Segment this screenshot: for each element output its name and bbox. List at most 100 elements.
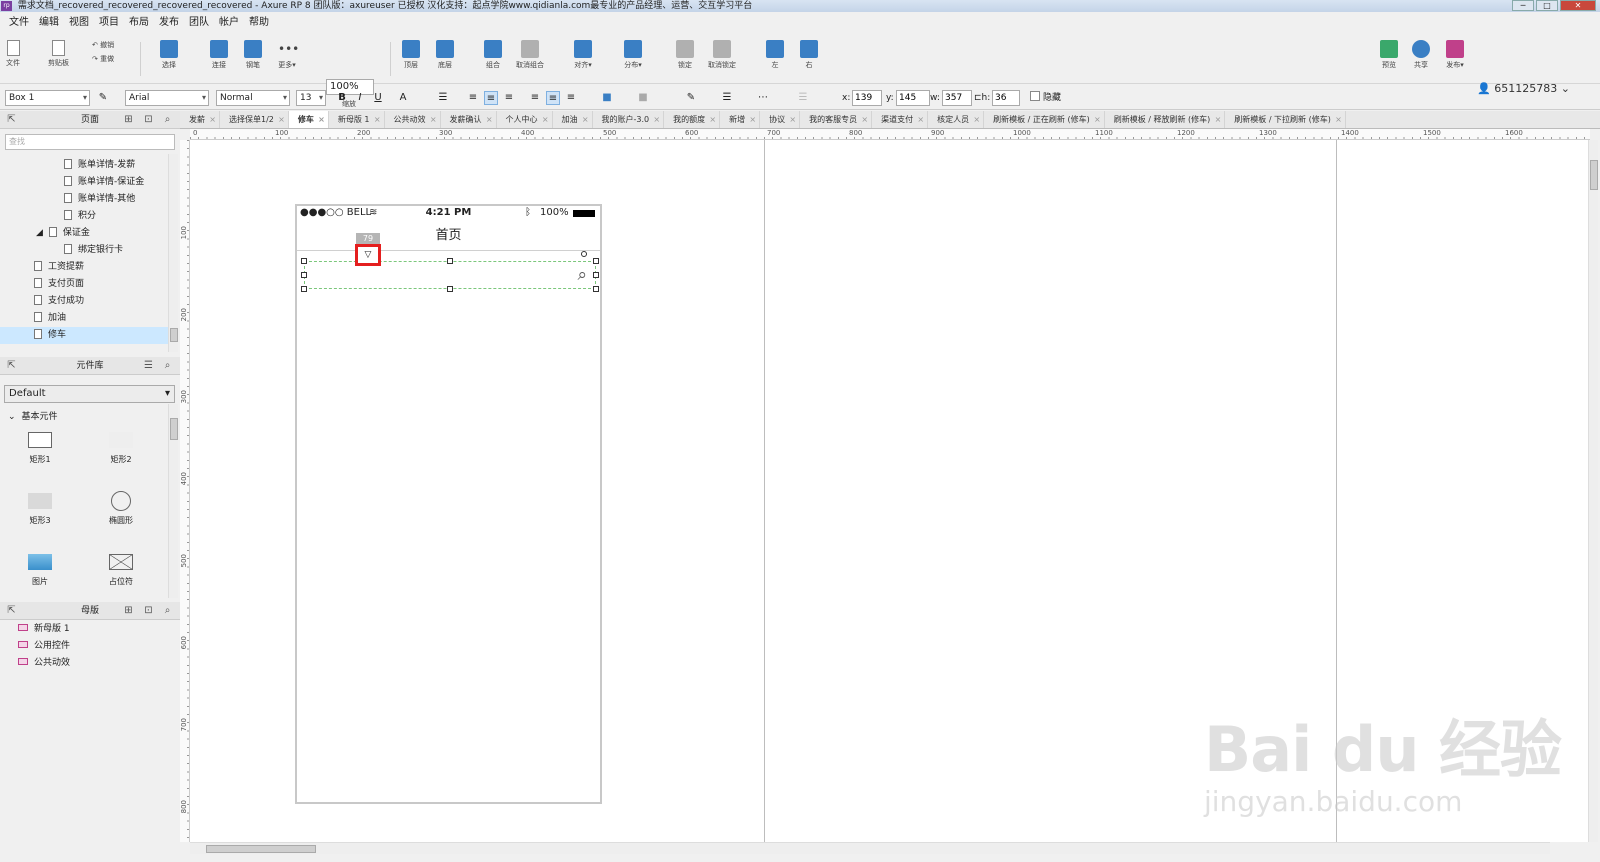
bold-button[interactable]: B <box>335 91 349 105</box>
add-folder-icon[interactable]: ⊡ <box>143 605 154 616</box>
tab[interactable]: 刷新模板 / 下拉刷新 (修车) <box>1225 111 1346 128</box>
minimize-button[interactable]: ─ <box>1512 0 1534 11</box>
tab[interactable]: 选择保单1/2 <box>220 111 289 128</box>
tab[interactable]: 公共动效 <box>385 111 441 128</box>
master-item[interactable]: 新母版 1 <box>18 621 70 638</box>
tab[interactable]: 发薪 <box>180 111 220 128</box>
resize-handle[interactable] <box>593 286 599 292</box>
h-input[interactable] <box>992 90 1020 106</box>
tab[interactable]: 协议 <box>760 111 801 128</box>
font-color-button[interactable]: A <box>396 91 410 105</box>
page-item[interactable]: 账单详情-其他 <box>64 191 135 208</box>
menu-icon[interactable]: ☰ <box>143 360 154 371</box>
library-select[interactable]: Default <box>4 385 175 403</box>
share-button[interactable]: 共享 <box>1412 40 1430 70</box>
page-item[interactable]: 支付成功 <box>34 293 84 310</box>
menu-view[interactable]: 视图 <box>64 14 94 31</box>
collapse-icon[interactable]: ⇱ <box>6 114 17 125</box>
align-left-icon[interactable]: ≡ <box>466 91 480 105</box>
fill-color-icon[interactable]: ■ <box>600 91 614 105</box>
menu-account[interactable]: 帐户 <box>214 14 244 31</box>
line-style-icon[interactable]: ⋯ <box>756 91 770 105</box>
search-icon[interactable]: ⌕ <box>162 360 173 371</box>
scroll-thumb[interactable] <box>1590 160 1598 190</box>
widget-placeholder[interactable]: 占位符 <box>91 554 151 587</box>
menu-publish[interactable]: 发布 <box>154 14 184 31</box>
style-editor-icon[interactable]: ✎ <box>96 91 110 105</box>
page-item-selected[interactable]: 修车 <box>0 327 168 344</box>
bring-top-button[interactable]: 顶层 <box>402 40 420 70</box>
expand-triangle-icon[interactable]: ◢ <box>36 228 43 238</box>
scroll-thumb[interactable] <box>170 418 178 440</box>
menu-file[interactable]: 文件 <box>4 14 34 31</box>
pen-button[interactable]: 钢笔 <box>244 40 262 70</box>
underline-button[interactable]: U <box>371 91 385 105</box>
master-item[interactable]: 公用控件 <box>18 638 70 655</box>
undo-button[interactable]: ↶ 撤销 <box>92 40 114 50</box>
page-item[interactable]: 账单详情-发薪 <box>64 157 135 174</box>
group-button[interactable]: 组合 <box>484 40 502 70</box>
page-folder[interactable]: ◢ 保证金 <box>36 225 90 242</box>
page-item[interactable]: 支付页面 <box>34 276 84 293</box>
align-bottom-icon[interactable]: ≡ <box>564 91 578 105</box>
scroll-thumb[interactable] <box>170 328 178 342</box>
tab[interactable]: 我的客服专员 <box>800 111 873 128</box>
add-page-icon[interactable]: ⊞ <box>123 114 134 125</box>
tab[interactable]: 发薪确认 <box>441 111 497 128</box>
tab[interactable]: 渠道支付 <box>872 111 929 128</box>
resize-handle[interactable] <box>593 272 599 278</box>
hidden-checkbox[interactable] <box>1030 91 1040 101</box>
resize-handle[interactable] <box>593 258 599 264</box>
x-input[interactable] <box>852 90 882 106</box>
canvas-hscrollbar[interactable] <box>190 842 1550 854</box>
page-search-input[interactable]: 查找 <box>5 134 175 150</box>
tab[interactable]: 新母版 1 <box>329 111 385 128</box>
rotate-handle[interactable] <box>581 251 587 257</box>
connect-button[interactable]: 连接 <box>210 40 228 70</box>
widget-name-select[interactable]: Box 1 <box>5 90 90 106</box>
maximize-button[interactable]: □ <box>1536 0 1558 11</box>
master-item[interactable]: 公共动效 <box>18 655 70 672</box>
tab[interactable]: 加油 <box>553 111 593 128</box>
collapse-icon[interactable]: ⇱ <box>6 605 17 616</box>
hidden-toggle[interactable]: 隐藏 <box>1030 90 1061 106</box>
add-master-icon[interactable]: ⊞ <box>123 605 134 616</box>
font-family-select[interactable]: Arial <box>125 90 209 106</box>
publish-button[interactable]: 发布▾ <box>1446 40 1464 70</box>
page-item[interactable]: 账单详情-保证金 <box>64 174 144 191</box>
search-icon[interactable]: ⌕ <box>162 605 173 616</box>
library-scrollbar[interactable] <box>168 404 178 598</box>
resize-handle[interactable] <box>301 258 307 264</box>
menu-layout[interactable]: 布局 <box>124 14 154 31</box>
tab[interactable]: 刷新模板 / 释放刷新 (修车) <box>1105 111 1226 128</box>
tab[interactable]: 新增 <box>720 111 761 128</box>
tab[interactable]: 个人中心 <box>497 111 553 128</box>
resize-handle[interactable] <box>301 272 307 278</box>
line-width-icon[interactable]: ☰ <box>720 91 734 105</box>
clipboard-button[interactable]: 剪贴板 <box>48 40 69 68</box>
align-middle-icon[interactable]: ≡ <box>546 91 560 105</box>
italic-button[interactable]: I <box>353 91 367 105</box>
unlock-button[interactable]: 取消锁定 <box>708 40 736 70</box>
file-button[interactable]: 文件 <box>6 40 20 68</box>
canvas-vscrollbar[interactable] <box>1588 140 1598 842</box>
lock-button[interactable]: 锁定 <box>676 40 694 70</box>
redo-button[interactable]: ↷ 重做 <box>92 54 114 64</box>
pages-scrollbar[interactable] <box>168 154 178 352</box>
bullet-list-icon[interactable]: ☰ <box>436 91 450 105</box>
preview-button[interactable]: 预览 <box>1380 40 1398 70</box>
widget-image[interactable]: 图片 <box>10 554 70 587</box>
highlighted-dropdown-marker[interactable]: ▽ <box>355 244 381 266</box>
collapse-icon[interactable]: ⇱ <box>6 360 17 371</box>
library-section[interactable]: ⌄ 基本元件 <box>8 409 58 426</box>
close-button[interactable]: ✕ <box>1560 0 1596 11</box>
menu-help[interactable]: 帮助 <box>244 14 274 31</box>
page-item[interactable]: 绑定银行卡 <box>64 242 123 259</box>
align-center-icon[interactable]: ≡ <box>484 91 498 105</box>
align-button[interactable]: 对齐▾ <box>574 40 592 70</box>
menu-edit[interactable]: 编辑 <box>34 14 64 31</box>
distribute-button[interactable]: 分布▾ <box>624 40 642 70</box>
y-input[interactable] <box>896 90 930 106</box>
arrow-style-icon[interactable]: ☰ <box>796 91 810 105</box>
line-color-icon[interactable]: ✎ <box>684 91 698 105</box>
